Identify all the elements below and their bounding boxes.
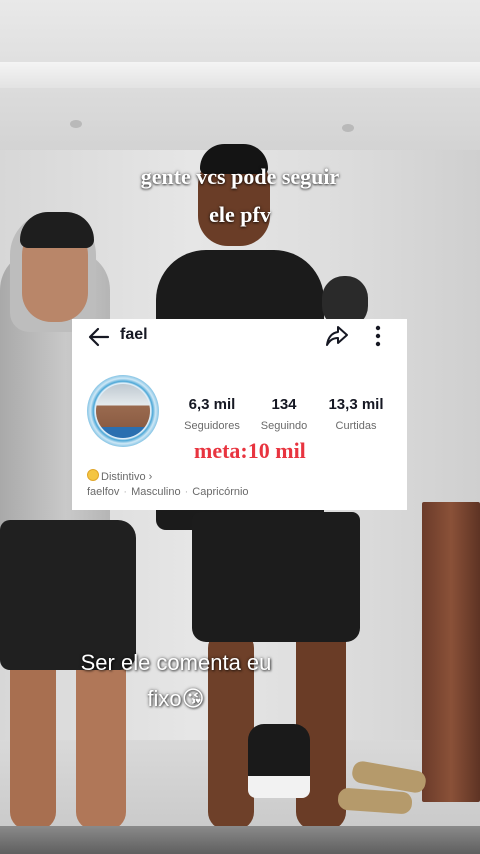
back-arrow-icon[interactable] bbox=[86, 324, 112, 350]
sneaker bbox=[248, 724, 310, 798]
ceiling-light bbox=[70, 120, 82, 128]
profile-info-row: faelfov · Masculino · Capricórnio bbox=[87, 486, 249, 498]
ceiling-light bbox=[342, 124, 354, 132]
caption-bottom-line2-wrap: fixo😘 bbox=[0, 686, 352, 712]
kiss-emoji-icon: 😘 bbox=[181, 687, 205, 712]
wooden-door bbox=[422, 502, 480, 802]
profile-gender: Masculino bbox=[131, 486, 181, 498]
profile-username: fael bbox=[120, 326, 148, 343]
likes-count: 13,3 mil bbox=[328, 396, 384, 413]
caption-top-line2: ele pfv bbox=[209, 202, 271, 227]
ceiling-band bbox=[0, 62, 480, 88]
badge-icon bbox=[87, 469, 99, 481]
separator-dot: · bbox=[184, 486, 189, 498]
profile-card: fael 6,3 mil Seguidores 134 Seguindo 13,… bbox=[72, 319, 407, 510]
share-icon[interactable] bbox=[324, 323, 350, 349]
badge-label: Distintivo › bbox=[101, 471, 153, 483]
more-vertical-icon[interactable] bbox=[368, 323, 388, 349]
person-left-shorts bbox=[0, 520, 136, 670]
likes-label: Curtidas bbox=[335, 420, 377, 432]
goal-overlay-text: meta:10 mil bbox=[194, 438, 306, 463]
caption-bottom-line2: fixo bbox=[147, 686, 182, 711]
caption-top-line1: gente vcs pode seguir bbox=[140, 164, 340, 189]
badge-link[interactable]: Distintivo › bbox=[87, 469, 152, 483]
avatar-photo bbox=[96, 384, 150, 438]
stat-likes[interactable]: 13,3 mil Curtidas bbox=[311, 396, 401, 432]
profile-avatar[interactable] bbox=[87, 375, 159, 447]
person-right-shorts bbox=[192, 512, 360, 642]
mirror-frame bbox=[0, 826, 480, 854]
separator-dot: · bbox=[123, 486, 128, 498]
person-left-leg bbox=[10, 650, 56, 830]
profile-header: fael bbox=[72, 319, 407, 353]
caption-bottom-line1: Ser ele comenta eu bbox=[80, 650, 272, 675]
profile-zodiac: Capricórnio bbox=[192, 486, 249, 498]
profile-handle: faelfov bbox=[87, 486, 120, 498]
